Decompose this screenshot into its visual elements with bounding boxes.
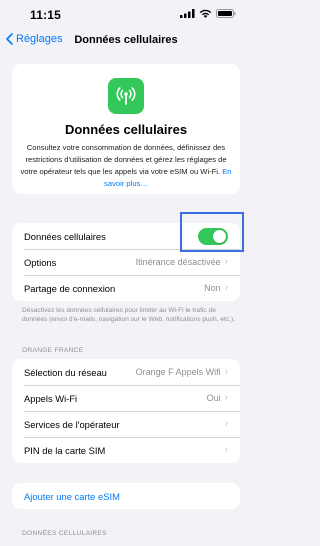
status-icons [180, 9, 236, 18]
signal-icon [180, 9, 195, 18]
esim-group: Ajouter une carte eSIM [12, 483, 240, 509]
header-card: Données cellulaires Consultez votre cons… [12, 64, 240, 194]
nav-bar: Réglages Données cellulaires [0, 28, 252, 54]
chevron-right-icon: › [224, 392, 228, 403]
carrier-services-label: Services de l'opérateur [24, 418, 120, 430]
wifi-calls-value: Oui [206, 393, 221, 403]
options-row[interactable]: Options Itinérance désactivée › [12, 249, 240, 275]
network-selection-label: Sélection du réseau [24, 366, 107, 378]
page-title: Données cellulaires [74, 34, 178, 46]
carrier-section-header: ORANGE FRANCE [22, 347, 84, 354]
options-value: Itinérance désactivée [135, 257, 221, 267]
network-selection-row[interactable]: Sélection du réseau Orange F Appels Wifi… [12, 359, 240, 385]
header-description: Consultez votre consommation de données,… [20, 142, 232, 190]
chevron-right-icon: › [224, 282, 228, 293]
toggle-highlight-box [180, 212, 244, 252]
wifi-icon [199, 9, 212, 18]
add-esim-button[interactable]: Ajouter une carte eSIM [12, 483, 240, 509]
chevron-right-icon: › [224, 256, 228, 267]
status-bar: 11:15 [0, 0, 252, 28]
header-title: Données cellulaires [64, 122, 188, 137]
status-time: 11:15 [30, 8, 62, 22]
chevron-right-icon: › [224, 418, 228, 429]
sim-pin-label: PIN de la carte SIM [24, 444, 106, 456]
sim-pin-row[interactable]: PIN de la carte SIM › [12, 437, 240, 463]
data-section-header: DONNÉES CELLULAIRES [22, 530, 107, 537]
hotspot-label: Partage de connexion [24, 282, 116, 294]
carrier-group: Sélection du réseau Orange F Appels Wifi… [12, 359, 240, 463]
network-selection-value: Orange F Appels Wifi [135, 367, 221, 377]
wifi-calls-label: Appels Wi-Fi [24, 392, 78, 404]
wifi-calls-row[interactable]: Appels Wi-Fi Oui › [12, 385, 240, 411]
carrier-services-row[interactable]: Services de l'opérateur › [12, 411, 240, 437]
antenna-icon [108, 78, 144, 114]
chevron-right-icon: › [224, 444, 228, 455]
hotspot-value: Non [204, 283, 221, 293]
hotspot-row[interactable]: Partage de connexion Non › [12, 275, 240, 301]
chevron-right-icon: › [224, 366, 228, 377]
options-label: Options [24, 256, 57, 268]
cellular-footnote: Désactivez les données cellulaires pour … [22, 307, 235, 323]
battery-icon [216, 9, 236, 18]
header-description-text: Consultez votre consommation de données,… [20, 143, 227, 176]
